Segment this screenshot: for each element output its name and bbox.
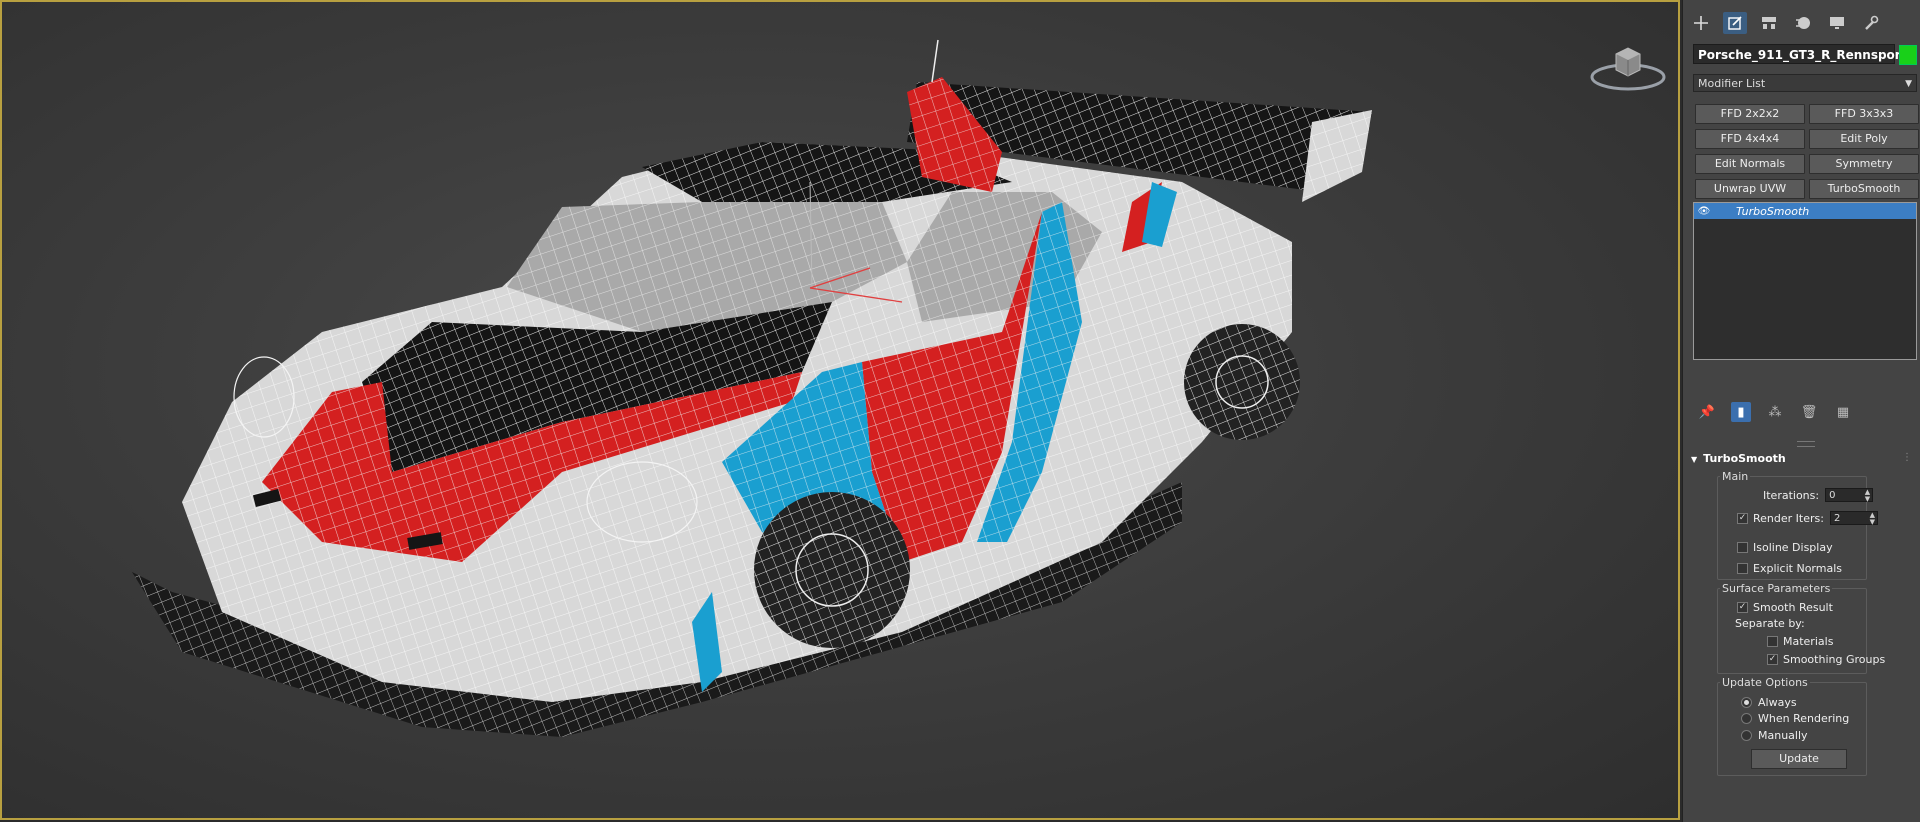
iterations-row: Iterations: 0 ▲ ▼ [1763, 488, 1874, 503]
configure-sets-icon[interactable]: ▦ [1833, 402, 1853, 422]
always-row: Always [1741, 696, 1797, 709]
isoline-display-label: Isoline Display [1753, 541, 1833, 554]
pin-stack-icon[interactable]: 📌 [1697, 402, 1717, 422]
explicit-normals-label: Explicit Normals [1753, 562, 1842, 575]
modifier-buttons: FFD 2x2x2 FFD 3x3x3 FFD 4x4x4 Edit Poly … [1695, 104, 1919, 199]
update-button[interactable]: Update [1751, 749, 1847, 769]
surface-legend: Surface Parameters [1722, 582, 1831, 595]
turbosmooth-button[interactable]: TurboSmooth [1809, 179, 1919, 199]
utilities-tab-icon[interactable] [1859, 12, 1883, 34]
modify-tab-icon[interactable] [1723, 12, 1747, 34]
smooth-result-checkbox[interactable]: ✓ [1737, 602, 1748, 613]
stack-item-label: TurboSmooth [1736, 204, 1810, 218]
edit-normals-button[interactable]: Edit Normals [1695, 154, 1805, 174]
render-iters-row: ✓ Render Iters: 2 ▲ ▼ [1737, 511, 1878, 526]
explicit-normals-row: Explicit Normals [1737, 562, 1842, 575]
smooth-result-row: ✓ Smooth Result [1737, 601, 1833, 614]
modifier-stack[interactable]: 👁 TurboSmooth [1693, 202, 1917, 360]
collapse-triangle-icon: ▼ [1691, 455, 1698, 464]
iterations-label: Iterations: [1763, 488, 1820, 502]
viewcube-icon[interactable] [1590, 40, 1666, 92]
when-rendering-row: When Rendering [1741, 712, 1849, 725]
panel-resize-grip[interactable] [1797, 441, 1815, 447]
always-radio[interactable] [1741, 697, 1752, 708]
update-legend: Update Options [1722, 676, 1808, 689]
modifier-list-dropdown[interactable]: Modifier List ▼ [1693, 74, 1917, 92]
materials-row: Materials [1767, 635, 1833, 648]
remove-modifier-icon[interactable]: 🗑 [1799, 402, 1819, 422]
unwrap-uvw-button[interactable]: Unwrap UVW [1695, 179, 1805, 199]
smoothing-groups-checkbox[interactable]: ✓ [1767, 654, 1778, 665]
explicit-normals-checkbox[interactable] [1737, 563, 1748, 574]
display-tab-icon[interactable] [1825, 12, 1849, 34]
materials-label: Materials [1783, 635, 1834, 648]
edit-poly-button[interactable]: Edit Poly [1809, 129, 1919, 149]
stack-toolbar: 📌 ▮ ⁂ 🗑 ▦ [1697, 402, 1853, 422]
chevron-down-icon: ▼ [1905, 79, 1912, 89]
rollout-title: TurboSmooth [1703, 452, 1786, 465]
perspective-viewport[interactable] [0, 0, 1680, 820]
command-panel: Porsche_911_GT3_R_Rennsport Modifier Lis… [1682, 0, 1920, 822]
create-tab-icon[interactable] [1689, 12, 1713, 34]
isoline-row: Isoline Display [1737, 541, 1833, 554]
manually-row: Manually [1741, 729, 1808, 742]
spinner-arrows-icon[interactable]: ▲ ▼ [1865, 489, 1870, 503]
object-color-swatch[interactable] [1899, 45, 1917, 65]
rollout-options-icon[interactable]: ⋮ [1902, 452, 1912, 463]
render-iters-label: Render Iters: [1753, 511, 1824, 525]
smoothing-groups-row: ✓ Smoothing Groups [1767, 653, 1885, 666]
smooth-result-label: Smooth Result [1753, 601, 1833, 614]
eye-icon[interactable]: 👁 [1694, 206, 1714, 217]
main-legend: Main [1722, 470, 1749, 483]
render-iters-value: 2 [1833, 513, 1841, 524]
show-end-result-icon[interactable]: ▮ [1731, 402, 1751, 422]
render-iters-spinner[interactable]: 2 ▲ ▼ [1829, 511, 1878, 526]
symmetry-button[interactable]: Symmetry [1809, 154, 1919, 174]
ffd-4x4x4-button[interactable]: FFD 4x4x4 [1695, 129, 1805, 149]
make-unique-icon[interactable]: ⁂ [1765, 402, 1785, 422]
manually-label: Manually [1758, 729, 1808, 742]
separate-by-label: Separate by: [1735, 617, 1805, 630]
manually-radio[interactable] [1741, 730, 1752, 741]
object-name-field[interactable]: Porsche_911_GT3_R_Rennsport [1693, 44, 1906, 64]
car-wireframe-model[interactable] [2, 2, 1680, 820]
turbosmooth-rollout-header[interactable]: ▼ TurboSmooth [1691, 452, 1786, 465]
always-label: Always [1758, 696, 1797, 709]
ffd-3x3x3-button[interactable]: FFD 3x3x3 [1809, 104, 1919, 124]
render-iters-checkbox[interactable]: ✓ [1737, 512, 1748, 524]
command-panel-tabs [1689, 12, 1883, 34]
when-rendering-label: When Rendering [1758, 712, 1850, 725]
iterations-spinner[interactable]: 0 ▲ ▼ [1825, 488, 1874, 503]
modifier-list-label: Modifier List [1698, 77, 1766, 90]
hierarchy-tab-icon[interactable] [1757, 12, 1781, 34]
spinner-arrows-icon[interactable]: ▲ ▼ [1870, 512, 1875, 526]
when-rendering-radio[interactable] [1741, 713, 1752, 724]
materials-checkbox[interactable] [1767, 636, 1778, 647]
ffd-2x2x2-button[interactable]: FFD 2x2x2 [1695, 104, 1805, 124]
stack-item-turbosmooth[interactable]: 👁 TurboSmooth [1694, 203, 1916, 219]
isoline-display-checkbox[interactable] [1737, 542, 1748, 553]
smoothing-groups-label: Smoothing Groups [1783, 653, 1886, 666]
iterations-value: 0 [1829, 490, 1836, 501]
motion-tab-icon[interactable] [1791, 12, 1815, 34]
